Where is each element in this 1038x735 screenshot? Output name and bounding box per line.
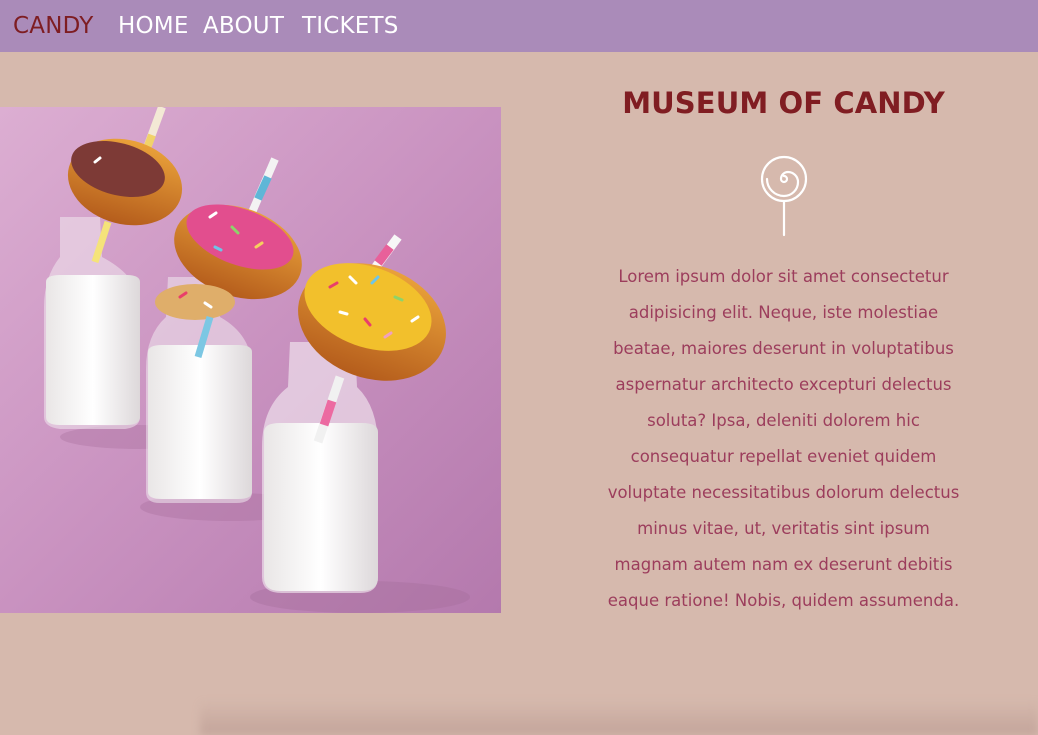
nav-link-tickets[interactable]: TICKETS	[302, 10, 399, 42]
brand-logo-link[interactable]: CANDY	[13, 10, 94, 42]
top-navbar: CANDY HOME ABOUT TICKETS	[0, 0, 1038, 52]
footer-shadow	[200, 700, 1038, 735]
lollipop-icon	[760, 155, 808, 237]
nav-link-about[interactable]: ABOUT	[203, 10, 284, 42]
nav-link-home[interactable]: HOME	[118, 10, 189, 42]
museum-description: Lorem ipsum dolor sit amet consectetur a…	[607, 267, 960, 610]
hero-image	[0, 107, 501, 613]
page-title: MUSEUM OF CANDY	[622, 86, 945, 120]
